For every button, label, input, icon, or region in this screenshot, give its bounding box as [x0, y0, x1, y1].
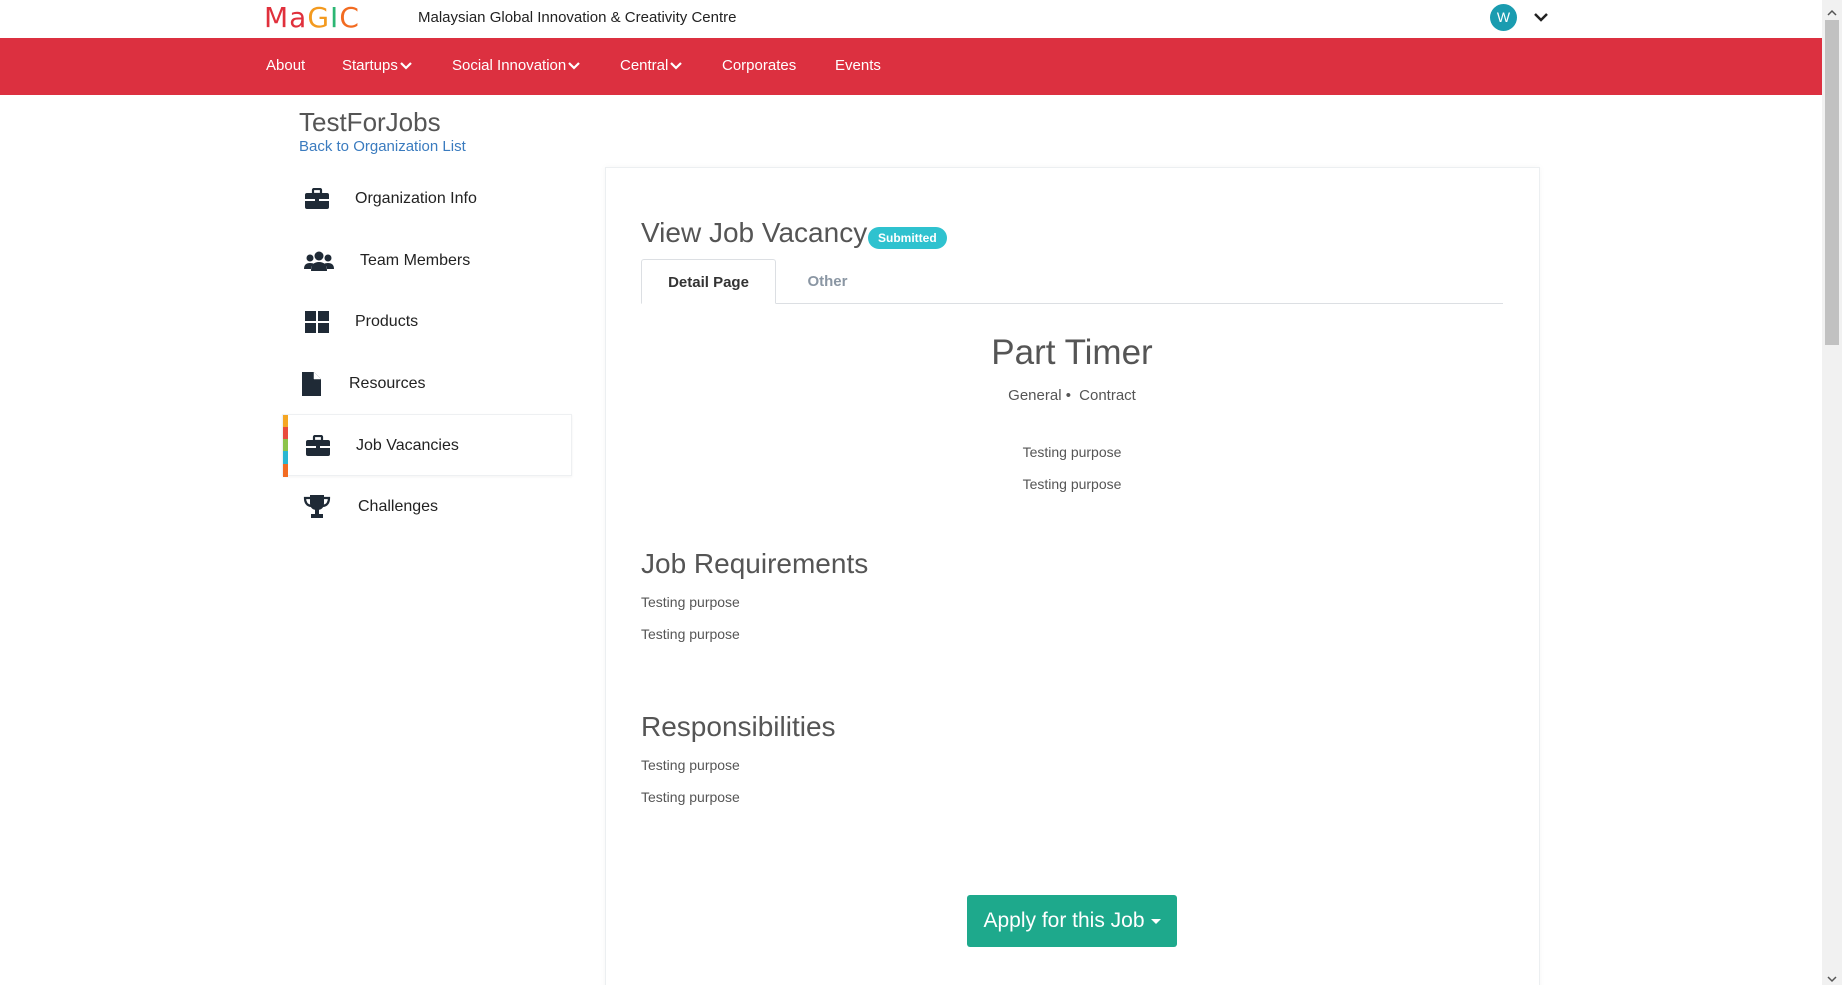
- trophy-icon: [302, 476, 332, 538]
- grid-icon: [302, 291, 332, 353]
- sidebar-item-job-vacancies[interactable]: Job Vacancies: [282, 414, 572, 477]
- job-type: Contract: [1079, 387, 1136, 404]
- tab-detail-page[interactable]: Detail Page: [641, 259, 776, 304]
- meta-separator: •: [1065, 387, 1071, 404]
- responsibility-line: Testing purpose: [641, 789, 740, 805]
- tab-other[interactable]: Other: [790, 259, 865, 304]
- caret-down-icon: [1150, 918, 1161, 924]
- sidebar-item-products[interactable]: Products: [282, 291, 572, 353]
- main-nav: About Startups Social Innovation Central…: [0, 38, 1822, 95]
- job-requirement-line: Testing purpose: [641, 594, 740, 610]
- sidebar-item-challenges[interactable]: Challenges: [282, 476, 572, 538]
- nav-item-corporates[interactable]: Corporates: [722, 57, 796, 74]
- sidebar-item-organization-info[interactable]: Organization Info: [282, 168, 572, 230]
- magic-logo[interactable]: MaGIC: [264, 4, 360, 32]
- chevron-down-icon[interactable]: [1531, 7, 1551, 27]
- scroll-down-arrow-icon[interactable]: [1827, 970, 1837, 985]
- file-icon: [297, 353, 327, 415]
- user-avatar[interactable]: W: [1490, 4, 1517, 31]
- sidebar-item-label: Resources: [349, 375, 426, 392]
- active-indicator-bar: [283, 415, 288, 477]
- sidebar-item-label: Team Members: [360, 252, 471, 269]
- brand-name: Malaysian Global Innovation & Creativity…: [418, 9, 737, 26]
- page-title: View Job Vacancy: [641, 217, 868, 248]
- briefcase-icon: [302, 168, 332, 230]
- chevron-down-icon: [568, 62, 581, 70]
- nav-item-social-innovation[interactable]: Social Innovation: [452, 57, 581, 74]
- responsibilities-heading: Responsibilities: [641, 711, 836, 742]
- nav-item-events[interactable]: Events: [835, 57, 881, 74]
- sidebar-item-label: Challenges: [358, 498, 439, 515]
- nav-item-central[interactable]: Central: [620, 57, 683, 74]
- job-meta: General • Contract: [641, 387, 1503, 404]
- job-title: Part Timer: [991, 333, 1153, 372]
- nav-item-about[interactable]: About: [266, 57, 305, 74]
- responsibility-line: Testing purpose: [641, 757, 740, 773]
- briefcase-icon: [303, 415, 333, 477]
- chevron-down-icon: [670, 62, 683, 70]
- job-description-line: Testing purpose: [1022, 476, 1122, 492]
- job-category: General: [1008, 387, 1062, 404]
- apply-for-job-button[interactable]: Apply for this Job: [967, 895, 1177, 947]
- scrollbar-thumb[interactable]: [1825, 20, 1839, 345]
- back-to-organization-list-link[interactable]: Back to Organization List: [299, 138, 466, 155]
- organization-title: TestForJobs: [299, 107, 441, 137]
- users-icon: [304, 230, 334, 292]
- brand-bar: MaGIC Malaysian Global Innovation & Crea…: [0, 0, 1822, 38]
- sidebar-item-label: Organization Info: [355, 190, 477, 207]
- job-requirement-line: Testing purpose: [641, 626, 740, 642]
- job-requirements-heading: Job Requirements: [641, 548, 869, 579]
- job-description-line: Testing purpose: [1022, 444, 1122, 460]
- chevron-down-icon: [400, 62, 412, 70]
- sidebar-item-label: Products: [355, 313, 419, 330]
- status-badge: Submitted: [868, 227, 947, 249]
- sidebar-item-label: Job Vacancies: [356, 437, 459, 454]
- nav-item-startups[interactable]: Startups: [342, 57, 412, 74]
- sidebar-item-team-members[interactable]: Team Members: [282, 230, 572, 292]
- sidebar-item-resources[interactable]: Resources: [282, 353, 572, 415]
